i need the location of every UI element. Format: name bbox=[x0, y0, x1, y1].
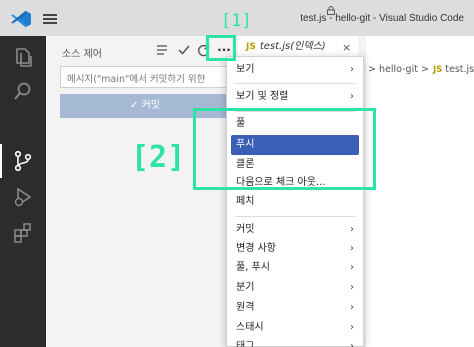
editor-area bbox=[366, 58, 474, 347]
run-debug-icon[interactable] bbox=[12, 186, 34, 208]
js-file-icon: JS bbox=[246, 42, 256, 52]
active-indicator bbox=[0, 144, 2, 178]
menu-item-label: 보기 bbox=[236, 64, 255, 75]
annotation-box-1 bbox=[206, 35, 236, 61]
menu-item-label: 페치 bbox=[236, 196, 255, 207]
chevron-right-icon: › bbox=[350, 262, 354, 273]
activity-bar bbox=[0, 36, 46, 347]
menu-item-label: 스태시 bbox=[236, 322, 264, 333]
explorer-icon[interactable] bbox=[12, 46, 34, 68]
menu-item-label: 분기 bbox=[236, 282, 255, 293]
menu-separator bbox=[235, 216, 355, 217]
chevron-right-icon: › bbox=[350, 341, 354, 347]
breadcrumb-file[interactable]: test.js bbox=[445, 64, 474, 75]
menu-item-label: 태그 bbox=[236, 341, 255, 347]
hamburger-menu-icon[interactable] bbox=[43, 14, 57, 24]
vscode-logo-icon bbox=[11, 10, 31, 28]
annotation-label-1: [1] bbox=[221, 11, 252, 31]
chevron-right-icon: › bbox=[350, 243, 354, 254]
commit-message-input[interactable]: 메시지("main"에서 커밋하기 위한 bbox=[60, 66, 230, 88]
editor-tab-test-js[interactable]: JS test.js(인덱스) bbox=[238, 36, 358, 58]
menu-item-fetch[interactable]: 페치 bbox=[227, 192, 363, 212]
menu-item-remote[interactable]: 원격 › bbox=[227, 298, 363, 318]
js-file-icon: JS bbox=[432, 65, 443, 75]
menu-item-view[interactable]: 보기 › bbox=[227, 60, 363, 80]
commit-check-icon[interactable] bbox=[176, 42, 192, 58]
chevron-right-icon: › bbox=[350, 282, 354, 293]
menu-item-view-and-sort[interactable]: 보기 및 정렬 › bbox=[227, 87, 363, 107]
tab-label: test.js(인덱스) bbox=[259, 41, 326, 52]
source-control-icon[interactable] bbox=[12, 150, 34, 172]
menu-item-branch[interactable]: 분기 › bbox=[227, 278, 363, 298]
menu-item-label: 풀, 푸시 bbox=[236, 262, 270, 273]
extensions-icon[interactable] bbox=[12, 222, 34, 244]
menu-item-changes[interactable]: 변경 사항 › bbox=[227, 239, 363, 259]
window-title: test.js - hello-git - Visual Studio Code bbox=[300, 13, 464, 24]
chevron-right-icon: › bbox=[350, 91, 354, 102]
menu-item-stash[interactable]: 스태시 › bbox=[227, 318, 363, 338]
menu-item-commit[interactable]: 커밋 › bbox=[227, 220, 363, 240]
menu-item-label: 원격 bbox=[236, 302, 255, 313]
menu-separator bbox=[235, 83, 355, 84]
menu-item-label: 커밋 bbox=[236, 224, 255, 235]
menu-item-label: 보기 및 정렬 bbox=[236, 91, 289, 102]
lock-icon bbox=[327, 6, 335, 15]
menu-item-pull-push[interactable]: 풀, 푸시 › bbox=[227, 258, 363, 278]
menu-item-label: 변경 사항 bbox=[236, 243, 276, 254]
more-actions-menu: 보기 › 보기 및 정렬 › 풀 푸시 클론 다음으로 체크 아웃... 페치 … bbox=[226, 56, 364, 347]
chevron-right-icon: › bbox=[350, 64, 354, 75]
search-icon[interactable] bbox=[12, 80, 34, 102]
menu-item-tags[interactable]: 태그 › bbox=[227, 337, 363, 347]
chevron-right-icon: › bbox=[350, 302, 354, 313]
panel-title: 소스 제어 bbox=[62, 49, 102, 60]
tab-close-icon[interactable]: × bbox=[342, 41, 351, 54]
breadcrumb-folder[interactable]: hello-git bbox=[379, 64, 418, 75]
breadcrumb-separator: > bbox=[421, 64, 429, 75]
view-as-tree-icon[interactable] bbox=[154, 42, 170, 58]
breadcrumb-separator: > bbox=[368, 64, 376, 75]
annotation-label-2: [2] bbox=[131, 140, 186, 175]
breadcrumb: > hello-git > JS test.js bbox=[368, 64, 474, 75]
chevron-right-icon: › bbox=[350, 224, 354, 235]
chevron-right-icon: › bbox=[350, 322, 354, 333]
annotation-box-2 bbox=[193, 108, 376, 190]
